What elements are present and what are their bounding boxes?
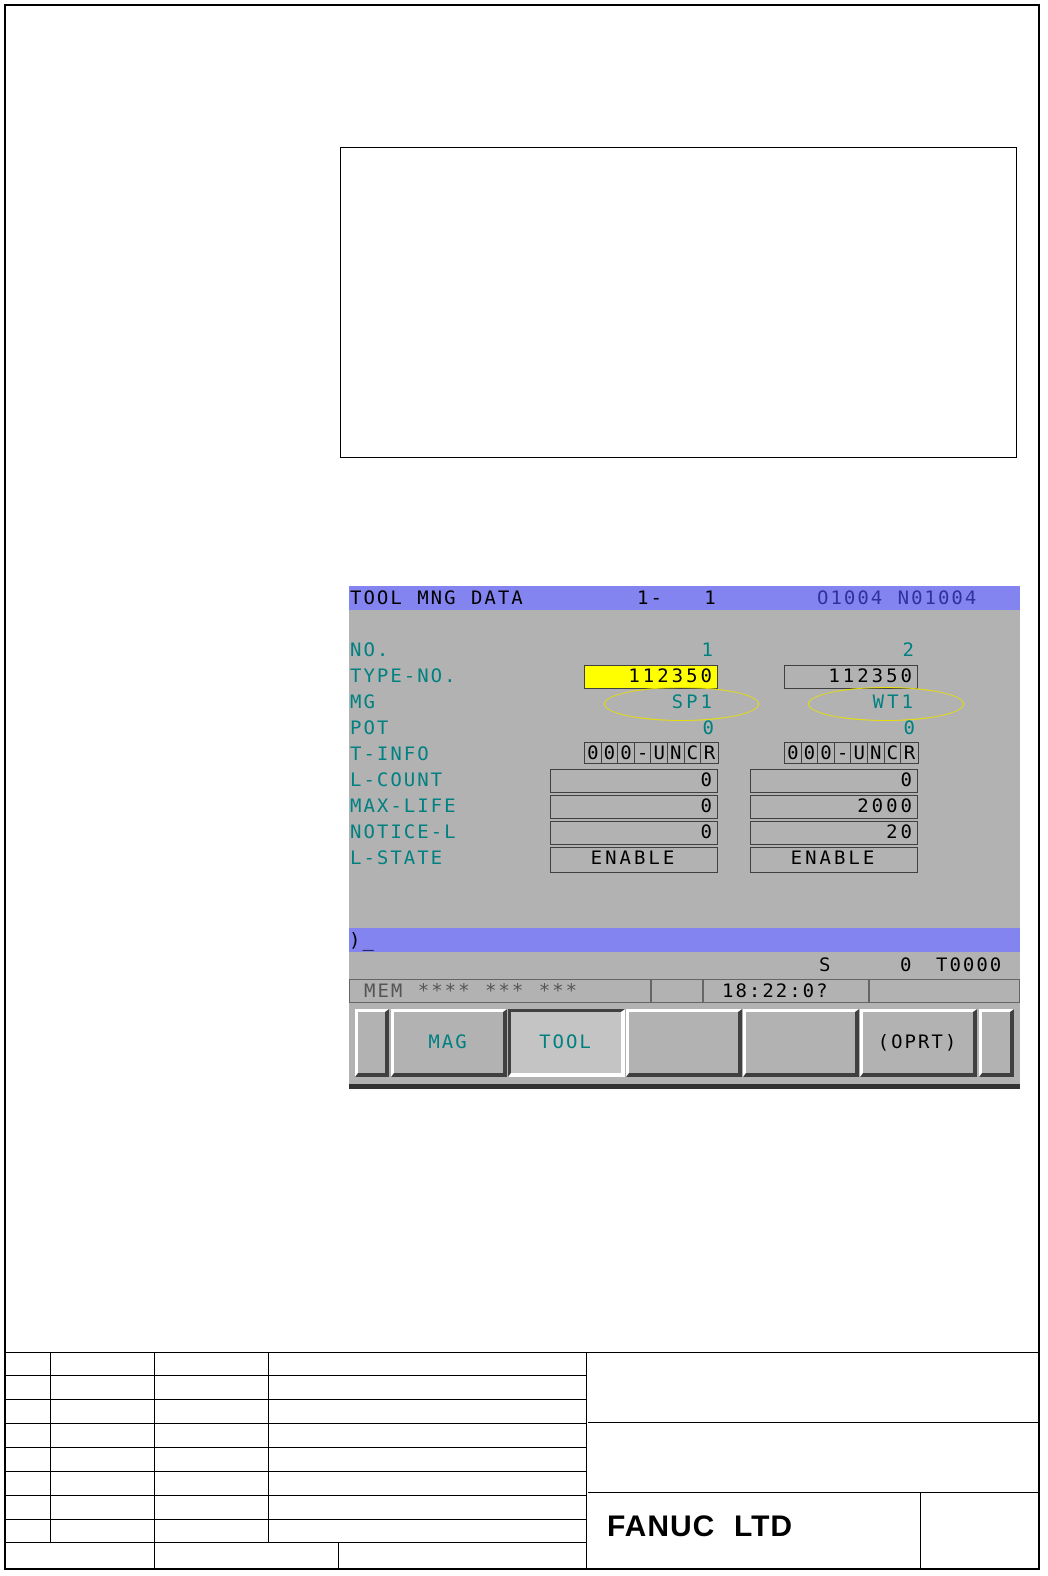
- title-bar: TOOL MNG DATA 1- 1 O1004 N01004: [349, 586, 1020, 610]
- softkey-4[interactable]: [743, 1009, 859, 1077]
- spindle-label: S: [819, 954, 833, 976]
- mode-cell-empty-2: [869, 979, 1020, 1003]
- cnc-screen: TOOL MNG DATA 1- 1 O1004 N01004 NO. TYPE…: [349, 586, 1020, 1089]
- life-count-field-2[interactable]: 0: [750, 769, 918, 793]
- type-no-field-1[interactable]: 112350: [584, 665, 718, 689]
- label-mg: MG: [350, 691, 377, 713]
- label-no: NO.: [350, 639, 391, 661]
- notice-life-field-2[interactable]: 20: [750, 821, 918, 845]
- life-count-field-1[interactable]: 0: [550, 769, 718, 793]
- type-no-field-2[interactable]: 112350: [784, 665, 918, 689]
- t-info-1-bit: U: [651, 743, 668, 763]
- label-l-state: L-STATE: [350, 847, 445, 869]
- mode-status-bar: MEM **** *** *** 18:22:0?: [349, 979, 1020, 1003]
- label-l-count: L-COUNT: [350, 769, 445, 791]
- t-info-1-bit: 0: [602, 743, 619, 763]
- tool-number: T0000: [936, 954, 1004, 976]
- t-info-2-bit: 0: [818, 743, 835, 763]
- max-life-field-2[interactable]: 2000: [750, 795, 918, 819]
- t-info-2-bit: 0: [802, 743, 819, 763]
- softkey-oprt[interactable]: (OPRT): [860, 1009, 977, 1077]
- label-type-no: TYPE-NO.: [350, 665, 458, 687]
- tool-no-2: 2: [902, 639, 917, 661]
- t-info-2-bit: -: [835, 743, 852, 763]
- tool-no-1: 1: [701, 639, 716, 661]
- t-info-2-bit: 0: [785, 743, 802, 763]
- page-indicator: 1- 1: [637, 587, 718, 609]
- label-pot: POT: [350, 717, 391, 739]
- screen-bottom-edge: [349, 1084, 1020, 1089]
- softkey-right-arrow[interactable]: [979, 1009, 1014, 1077]
- pot-1: 0: [702, 717, 717, 739]
- label-notice-l: NOTICE-L: [350, 821, 458, 843]
- key-input-line[interactable]: )_: [349, 928, 1020, 952]
- softkey-tool[interactable]: TOOL: [508, 1009, 625, 1077]
- spindle-value: 0: [900, 954, 914, 976]
- t-info-1-bit: R: [703, 742, 716, 764]
- t-info-1-bit: 0: [585, 743, 602, 763]
- title-block: [6, 1352, 1038, 1568]
- label-t-info: T-INFO: [350, 743, 431, 765]
- t-info-2-bit: R: [903, 742, 916, 764]
- t-info-1-bit: -: [635, 743, 652, 763]
- mode-cell-empty: [651, 979, 703, 1003]
- note-box: [340, 147, 1017, 458]
- t-info-2-bit: U: [851, 743, 868, 763]
- t-info-1-bit: 0: [618, 743, 635, 763]
- t-info-field-1[interactable]: 0 0 0 - U N C R: [584, 742, 719, 764]
- max-life-field-1[interactable]: 0: [550, 795, 718, 819]
- life-state-field-1[interactable]: ENABLE: [550, 847, 718, 873]
- life-state-field-2[interactable]: ENABLE: [750, 847, 918, 873]
- pot-2: 0: [903, 717, 918, 739]
- t-info-1-bit: C: [685, 743, 702, 763]
- notice-life-field-1[interactable]: 0: [550, 821, 718, 845]
- softkey-3[interactable]: [626, 1009, 742, 1077]
- clock: 18:22:0?: [703, 979, 869, 1003]
- softkey-left-arrow[interactable]: [355, 1009, 389, 1077]
- screen-title: TOOL MNG DATA: [350, 587, 525, 609]
- label-max-life: MAX-LIFE: [350, 795, 458, 817]
- t-info-2-bit: C: [885, 743, 902, 763]
- program-number: O1004 N01004: [817, 587, 979, 609]
- mode-text: MEM **** *** ***: [349, 979, 651, 1003]
- input-prompt: )_: [349, 929, 376, 951]
- softkey-mag[interactable]: MAG: [391, 1009, 507, 1077]
- softkey-bar: MAG TOOL (OPRT): [355, 1009, 1014, 1077]
- company-logo: FANUC LTD: [607, 1510, 794, 1543]
- t-info-field-2[interactable]: 0 0 0 - U N C R: [784, 742, 919, 764]
- t-info-1-bit: N: [668, 743, 685, 763]
- t-info-2-bit: N: [868, 743, 885, 763]
